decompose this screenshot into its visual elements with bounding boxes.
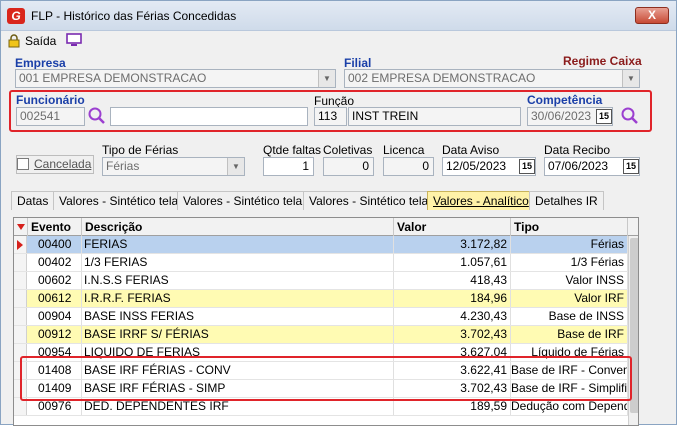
cell-tipo: Base de INSS: [511, 308, 628, 325]
qtde-faltas-label: Qtde faltas: [263, 143, 322, 157]
cell-descricao: FERIAS: [82, 236, 394, 253]
row-indicator: [14, 254, 27, 271]
cell-descricao: 1/3 FERIAS: [82, 254, 394, 271]
sort-arrow-icon: [17, 224, 25, 230]
licenca-label: Licenca: [383, 143, 425, 157]
data-aviso-value: 12/05/2023: [446, 159, 507, 173]
tipo-ferias-label: Tipo de Férias: [102, 143, 179, 157]
coletivas-input[interactable]: 0: [323, 157, 374, 176]
data-recibo-label: Data Recibo: [544, 143, 611, 157]
row-indicator: [14, 236, 27, 253]
cell-valor: 418,43: [394, 272, 511, 289]
header-tipo[interactable]: Tipo: [511, 218, 628, 236]
main-window: G FLP - Histórico das Férias Concedidas …: [0, 0, 677, 426]
header-indicator: [14, 218, 28, 236]
row-indicator: [14, 290, 27, 307]
data-recibo-value: 07/06/2023: [548, 159, 609, 173]
row-indicator: [14, 272, 27, 289]
cell-descricao: BASE INSS FERIAS: [82, 308, 394, 325]
lock-icon: [8, 34, 20, 48]
cell-valor: 3.172,82: [394, 236, 511, 253]
cell-descricao: I.N.S.S FERIAS: [82, 272, 394, 289]
data-recibo-input[interactable]: 07/06/2023 15: [544, 157, 640, 176]
licenca-input[interactable]: 0: [383, 157, 434, 176]
filial-label: Filial: [344, 56, 372, 70]
table-row[interactable]: 00612 I.R.R.F. FERIAS 184,96 Valor IRF: [14, 290, 628, 308]
toolbar: Saída: [1, 31, 676, 53]
table-header: Evento Descrição Valor Tipo: [14, 218, 638, 236]
title-bar: G FLP - Histórico das Férias Concedidas …: [1, 1, 676, 31]
empresa-label: Empresa: [15, 56, 66, 70]
tipo-ferias-value: Férias: [106, 159, 140, 173]
highlight-box-irf-rows: [20, 356, 632, 401]
current-row-icon: [17, 240, 23, 250]
coletivas-label: Coletivas: [323, 143, 373, 157]
cell-tipo: Base de IRF: [511, 326, 628, 343]
row-indicator: [14, 326, 27, 343]
empresa-value: 001 EMPRESA DEMONSTRACAO: [19, 71, 207, 85]
table-row[interactable]: 00602 I.N.S.S FERIAS 418,43 Valor INSS: [14, 272, 628, 290]
cell-evento: 00904: [28, 308, 82, 325]
table-row[interactable]: 00400 FERIAS 3.172,82 Férias: [14, 236, 628, 254]
cell-valor: 184,96: [394, 290, 511, 307]
chevron-down-icon[interactable]: ▼: [227, 158, 244, 175]
app-logo-icon: G: [7, 8, 25, 24]
close-button[interactable]: X: [635, 7, 669, 24]
cell-evento: 00402: [28, 254, 82, 271]
calendar-icon[interactable]: 15: [623, 159, 639, 174]
tab-datas[interactable]: Datas: [11, 191, 55, 210]
data-aviso-input[interactable]: 12/05/2023 15: [442, 157, 536, 176]
table-row[interactable]: 00402 1/3 FERIAS 1.057,61 1/3 Férias: [14, 254, 628, 272]
tipo-ferias-select[interactable]: Férias ▼: [102, 157, 245, 176]
cell-evento: 00612: [28, 290, 82, 307]
chevron-down-icon[interactable]: ▼: [622, 70, 639, 87]
tab-sintetico-1[interactable]: Valores - Sintético tela 1: [53, 191, 195, 210]
table-row[interactable]: 00904 BASE INSS FERIAS 4.230,43 Base de …: [14, 308, 628, 326]
cell-tipo: Férias: [511, 236, 628, 253]
cell-valor: 1.057,61: [394, 254, 511, 271]
cell-descricao: BASE IRRF S/ FÉRIAS: [82, 326, 394, 343]
cell-tipo: Valor INSS: [511, 272, 628, 289]
tab-sintetico-3[interactable]: Valores - Sintético tela 3: [303, 191, 445, 210]
filial-select[interactable]: 002 EMPRESA DEMONSTRACAO ▼: [344, 69, 640, 88]
header-valor[interactable]: Valor: [394, 218, 511, 236]
filial-value: 002 EMPRESA DEMONSTRACAO: [348, 71, 536, 85]
cell-evento: 00602: [28, 272, 82, 289]
header-descricao[interactable]: Descrição: [82, 218, 394, 236]
window-title: FLP - Histórico das Férias Concedidas: [31, 9, 237, 23]
chevron-down-icon[interactable]: ▼: [318, 70, 335, 87]
saida-button[interactable]: Saída: [25, 34, 56, 48]
empresa-select[interactable]: 001 EMPRESA DEMONSTRACAO ▼: [15, 69, 336, 88]
tab-detalhes-ir[interactable]: Detalhes IR: [529, 191, 604, 210]
cell-evento: 00400: [28, 236, 82, 253]
calendar-icon[interactable]: 15: [519, 159, 535, 174]
header-evento[interactable]: Evento: [28, 218, 82, 236]
data-aviso-label: Data Aviso: [442, 143, 500, 157]
row-indicator: [14, 308, 27, 325]
highlight-box-funcionario: [9, 90, 652, 132]
cell-evento: 00912: [28, 326, 82, 343]
cell-valor: 3.702,43: [394, 326, 511, 343]
table-row[interactable]: 00912 BASE IRRF S/ FÉRIAS 3.702,43 Base …: [14, 326, 628, 344]
monitor-icon[interactable]: [66, 33, 82, 47]
regime-caixa-label: Regime Caixa: [563, 54, 642, 68]
tab-analitico[interactable]: Valores - Analítico: [427, 191, 535, 210]
tab-sintetico-2[interactable]: Valores - Sintético tela 2: [177, 191, 319, 210]
cell-tipo: Valor IRF: [511, 290, 628, 307]
qtde-faltas-input[interactable]: 1: [263, 157, 314, 176]
cell-tipo: 1/3 Férias: [511, 254, 628, 271]
cell-valor: 4.230,43: [394, 308, 511, 325]
cancelada-field[interactable]: Cancelada: [16, 155, 94, 174]
cell-descricao: I.R.R.F. FERIAS: [82, 290, 394, 307]
